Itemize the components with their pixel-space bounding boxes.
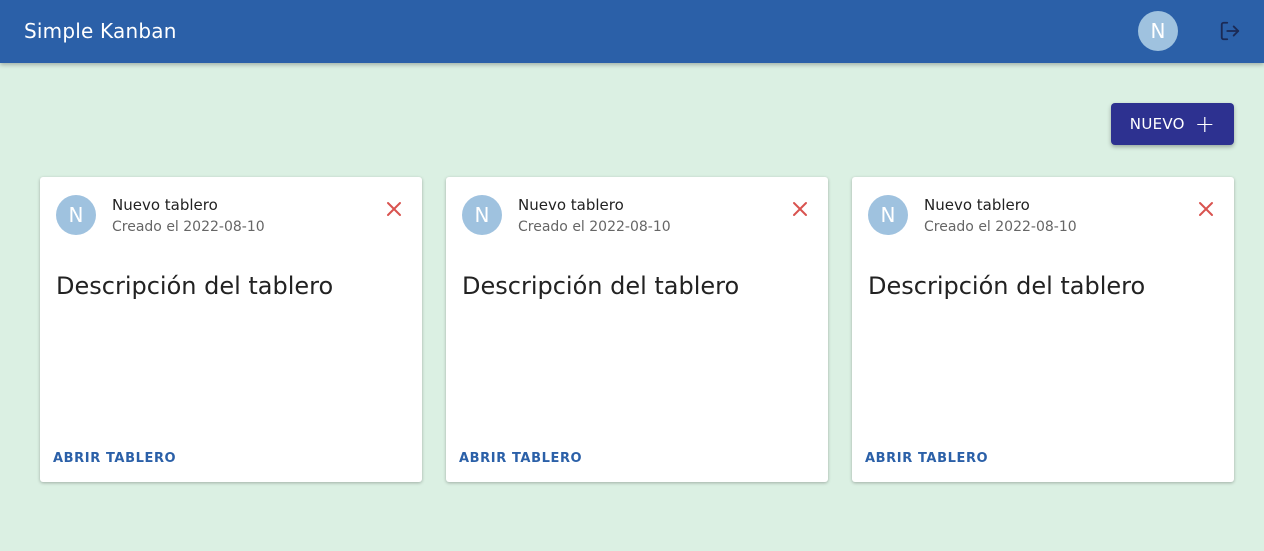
board-title: Nuevo tablero bbox=[924, 196, 1030, 214]
logout-button[interactable] bbox=[1214, 15, 1246, 47]
board-created-date: Creado el 2022-08-10 bbox=[112, 219, 265, 235]
new-board-label: NUEVO bbox=[1129, 115, 1185, 133]
board-card: N Nuevo tablero Creado el 2022-08-10 Des… bbox=[40, 177, 422, 482]
close-icon bbox=[793, 202, 807, 216]
board-title: Nuevo tablero bbox=[112, 196, 218, 214]
new-board-button[interactable]: NUEVO + bbox=[1111, 103, 1234, 145]
board-avatar: N bbox=[56, 195, 96, 235]
open-board-button[interactable]: ABRIR TABLERO bbox=[459, 451, 582, 466]
delete-board-button[interactable] bbox=[788, 197, 812, 221]
open-board-button[interactable]: ABRIR TABLERO bbox=[865, 451, 988, 466]
close-icon bbox=[1199, 202, 1213, 216]
app-title: Simple Kanban bbox=[24, 19, 177, 43]
board-created-date: Creado el 2022-08-10 bbox=[924, 219, 1077, 235]
delete-board-button[interactable] bbox=[382, 197, 406, 221]
board-title: Nuevo tablero bbox=[518, 196, 624, 214]
close-icon bbox=[387, 202, 401, 216]
board-description: Descripción del tablero bbox=[462, 272, 740, 300]
board-card: N Nuevo tablero Creado el 2022-08-10 Des… bbox=[852, 177, 1234, 482]
user-avatar[interactable]: N bbox=[1138, 11, 1178, 51]
open-board-button[interactable]: ABRIR TABLERO bbox=[53, 451, 176, 466]
board-description: Descripción del tablero bbox=[56, 272, 334, 300]
app-bar: Simple Kanban N bbox=[0, 0, 1264, 63]
board-avatar: N bbox=[462, 195, 502, 235]
delete-board-button[interactable] bbox=[1194, 197, 1218, 221]
board-description: Descripción del tablero bbox=[868, 272, 1146, 300]
board-avatar: N bbox=[868, 195, 908, 235]
plus-icon: + bbox=[1194, 110, 1216, 138]
board-created-date: Creado el 2022-08-10 bbox=[518, 219, 671, 235]
board-card: N Nuevo tablero Creado el 2022-08-10 Des… bbox=[446, 177, 828, 482]
logout-icon bbox=[1220, 21, 1240, 41]
